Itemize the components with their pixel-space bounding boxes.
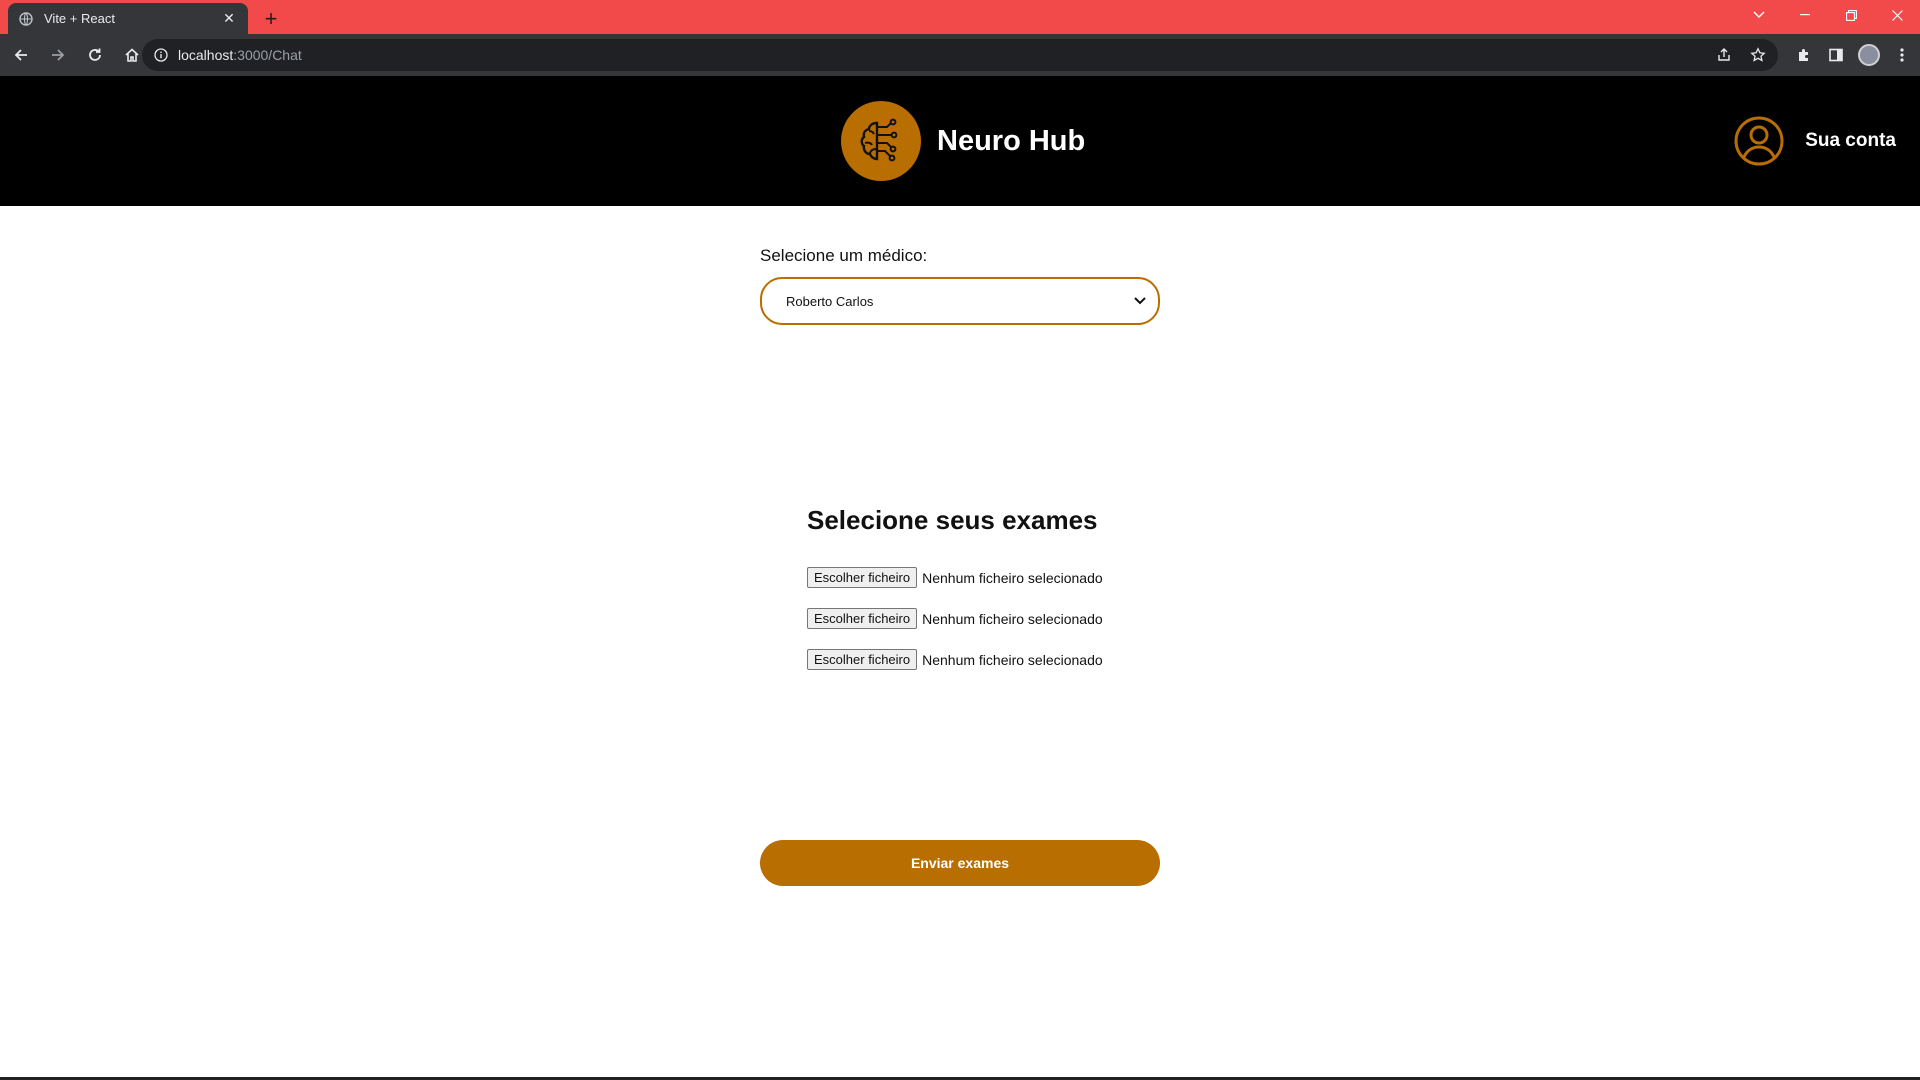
browser-tab[interactable]: Vite + React ✕ [8,3,248,34]
window-controls [1736,0,1920,30]
chevron-down-icon [1128,289,1152,313]
account-label: Sua conta [1805,130,1896,151]
site-info-icon[interactable] [152,46,170,64]
tab-title: Vite + React [44,11,115,26]
more-menu-icon[interactable] [1892,45,1912,65]
extensions-puzzle-icon[interactable] [1794,45,1814,65]
file-input-3: Escolher ficheiro Nenhum ficheiro seleci… [807,649,1103,670]
brand[interactable]: Neuro Hub [841,101,1085,181]
close-window-icon[interactable] [1874,0,1920,30]
url-host: localhost [178,47,234,63]
browser-tab-bar: Vite + React ✕ + [0,0,1920,34]
chevron-down-icon[interactable] [1736,0,1782,30]
profile-avatar[interactable] [1858,44,1880,66]
share-icon[interactable] [1714,45,1734,65]
choose-file-button[interactable]: Escolher ficheiro [807,649,918,670]
user-circle-icon [1733,115,1785,167]
address-bar[interactable]: localhost:3000/Chat [142,39,1778,71]
url-path: :3000/Chat [233,47,302,63]
brain-circuit-icon [841,101,921,181]
doctor-select-value: Roberto Carlos [786,293,874,309]
minimize-icon[interactable] [1782,0,1828,30]
globe-icon [18,11,34,27]
exams-title: Selecione seus exames [807,505,1098,535]
close-tab-icon[interactable]: ✕ [220,10,238,28]
new-tab-icon[interactable]: + [258,6,284,32]
reload-icon[interactable] [79,39,111,71]
browser-toolbar: localhost:3000/Chat [0,34,1920,76]
send-exams-button[interactable]: Enviar exames [760,840,1160,886]
app-header: Neuro Hub Sua conta [0,76,1920,206]
file-status: Nenhum ficheiro selecionado [922,651,1103,668]
choose-file-button[interactable]: Escolher ficheiro [807,567,918,588]
omnibox-actions [1714,39,1768,71]
side-panel-icon[interactable] [1826,45,1846,65]
file-status: Nenhum ficheiro selecionado [922,569,1103,586]
file-input-2: Escolher ficheiro Nenhum ficheiro seleci… [807,608,1103,629]
brand-title: Neuro Hub [937,124,1086,157]
back-arrow-icon[interactable] [5,39,37,71]
toolbar-extras [1794,34,1912,76]
forward-arrow-icon[interactable] [42,39,74,71]
doctor-select-label: Selecione um médico: [760,246,928,265]
file-status: Nenhum ficheiro selecionado [922,610,1103,627]
choose-file-button[interactable]: Escolher ficheiro [807,608,918,629]
account-menu[interactable]: Sua conta [1733,115,1896,167]
doctor-select[interactable]: Roberto Carlos [760,277,1160,325]
file-input-1: Escolher ficheiro Nenhum ficheiro seleci… [807,567,1103,588]
bookmark-star-icon[interactable] [1748,45,1768,65]
restore-icon[interactable] [1828,0,1874,30]
